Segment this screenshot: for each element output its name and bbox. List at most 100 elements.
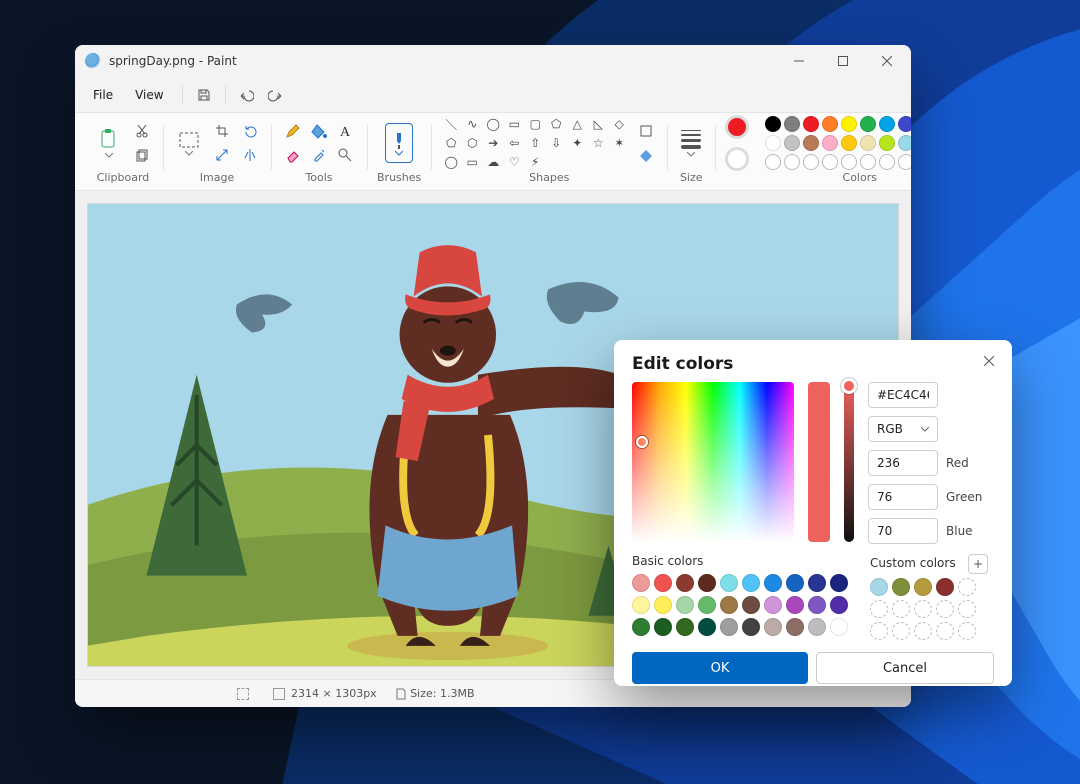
basic-color-swatch[interactable]	[786, 596, 804, 614]
empty-custom-swatch[interactable]	[958, 600, 976, 618]
basic-color-swatch[interactable]	[742, 618, 760, 636]
basic-color-swatch[interactable]	[698, 596, 716, 614]
minimize-button[interactable]	[777, 45, 821, 77]
flip-icon[interactable]	[239, 145, 261, 165]
shape-pentagon[interactable]: ⬠	[441, 134, 461, 152]
value-slider[interactable]	[844, 382, 854, 542]
empty-swatch[interactable]	[803, 154, 819, 170]
fill-tool[interactable]	[307, 120, 331, 142]
shape-callout-rect[interactable]: ▭	[462, 153, 482, 171]
basic-color-swatch[interactable]	[720, 574, 738, 592]
color-swatch[interactable]	[841, 116, 857, 132]
shape-star5[interactable]: ☆	[588, 134, 608, 152]
custom-color-swatch[interactable]	[914, 578, 932, 596]
color-swatch[interactable]	[803, 135, 819, 151]
add-custom-color-button[interactable]: +	[968, 554, 988, 574]
basic-color-swatch[interactable]	[764, 596, 782, 614]
basic-color-swatch[interactable]	[698, 574, 716, 592]
maximize-button[interactable]	[821, 45, 865, 77]
basic-color-swatch[interactable]	[786, 574, 804, 592]
color-swatch[interactable]	[784, 135, 800, 151]
basic-color-swatch[interactable]	[808, 596, 826, 614]
paste-button[interactable]	[93, 123, 125, 163]
color-swatch[interactable]	[860, 135, 876, 151]
empty-swatch[interactable]	[879, 154, 895, 170]
shape-arrow-l[interactable]: ⇦	[504, 134, 524, 152]
shape-diamond[interactable]: ◇	[609, 115, 629, 133]
shape-callout-round[interactable]: ◯	[441, 153, 461, 171]
basic-color-swatch[interactable]	[786, 618, 804, 636]
crop-icon[interactable]	[211, 121, 233, 141]
menu-view[interactable]: View	[125, 84, 173, 106]
shape-curve[interactable]: ∿	[462, 115, 482, 133]
shape-fill-icon[interactable]	[635, 145, 657, 165]
close-button[interactable]	[865, 45, 909, 77]
cancel-button[interactable]: Cancel	[816, 652, 994, 684]
redo-icon[interactable]	[262, 82, 288, 108]
basic-color-swatch[interactable]	[676, 596, 694, 614]
red-input[interactable]	[868, 450, 938, 476]
empty-custom-swatch[interactable]	[914, 600, 932, 618]
text-tool[interactable]: A	[333, 120, 357, 142]
color-swatch[interactable]	[765, 116, 781, 132]
color-swatch[interactable]	[879, 116, 895, 132]
basic-color-swatch[interactable]	[654, 574, 672, 592]
empty-custom-swatch[interactable]	[958, 578, 976, 596]
undo-icon[interactable]	[234, 82, 260, 108]
select-button[interactable]	[173, 123, 205, 163]
basic-color-swatch[interactable]	[764, 618, 782, 636]
magnifier-tool[interactable]	[333, 144, 357, 166]
brushes-button[interactable]	[385, 123, 413, 163]
empty-custom-swatch[interactable]	[958, 622, 976, 640]
shape-triangle[interactable]: △	[567, 115, 587, 133]
basic-color-swatch[interactable]	[632, 596, 650, 614]
ok-button[interactable]: OK	[632, 652, 808, 684]
empty-swatch[interactable]	[841, 154, 857, 170]
empty-custom-swatch[interactable]	[892, 600, 910, 618]
color2-swatch[interactable]	[725, 147, 749, 171]
eyedropper-tool[interactable]	[307, 144, 331, 166]
blue-input[interactable]	[868, 518, 938, 544]
color-swatch[interactable]	[822, 116, 838, 132]
shape-arrow-u[interactable]: ⇧	[525, 134, 545, 152]
color-swatch[interactable]	[822, 135, 838, 151]
shape-star4[interactable]: ✦	[567, 134, 587, 152]
basic-color-swatch[interactable]	[676, 574, 694, 592]
shapes-gallery[interactable]: ＼ ∿ ◯ ▭ ▢ ⬠ △ ◺ ◇ ⬠ ⬡ ➔ ⇦ ⇧ ⇩ ✦ ☆	[441, 115, 629, 171]
empty-custom-swatch[interactable]	[936, 600, 954, 618]
shape-polygon[interactable]: ⬠	[546, 115, 566, 133]
basic-color-swatch[interactable]	[720, 596, 738, 614]
eraser-tool[interactable]	[281, 144, 305, 166]
shape-outline-icon[interactable]	[635, 121, 657, 141]
basic-color-swatch[interactable]	[720, 618, 738, 636]
resize-icon[interactable]	[211, 145, 233, 165]
shape-arrow-d[interactable]: ⇩	[546, 134, 566, 152]
shape-oval[interactable]: ◯	[483, 115, 503, 133]
color-swatch[interactable]	[898, 116, 911, 132]
shape-hexagon[interactable]: ⬡	[462, 134, 482, 152]
rotate-icon[interactable]	[239, 121, 261, 141]
shape-lightning[interactable]: ⚡	[525, 153, 545, 171]
empty-swatch[interactable]	[822, 154, 838, 170]
basic-color-swatch[interactable]	[764, 574, 782, 592]
basic-color-swatch[interactable]	[830, 574, 848, 592]
slider-thumb[interactable]	[841, 378, 857, 394]
color-swatch[interactable]	[765, 135, 781, 151]
green-input[interactable]	[868, 484, 938, 510]
empty-swatch[interactable]	[765, 154, 781, 170]
shape-arrow-r[interactable]: ➔	[483, 134, 503, 152]
basic-color-swatch[interactable]	[830, 596, 848, 614]
basic-color-swatch[interactable]	[742, 596, 760, 614]
shape-line[interactable]: ＼	[441, 115, 461, 133]
basic-color-swatch[interactable]	[698, 618, 716, 636]
color-swatch[interactable]	[841, 135, 857, 151]
basic-color-swatch[interactable]	[632, 574, 650, 592]
basic-color-swatch[interactable]	[742, 574, 760, 592]
shape-heart[interactable]: ♡	[504, 153, 524, 171]
copy-icon[interactable]	[131, 145, 153, 165]
empty-custom-swatch[interactable]	[936, 622, 954, 640]
basic-color-swatch[interactable]	[676, 618, 694, 636]
basic-color-swatch[interactable]	[808, 574, 826, 592]
color-swatch[interactable]	[879, 135, 895, 151]
shape-callout-cloud[interactable]: ☁	[483, 153, 503, 171]
